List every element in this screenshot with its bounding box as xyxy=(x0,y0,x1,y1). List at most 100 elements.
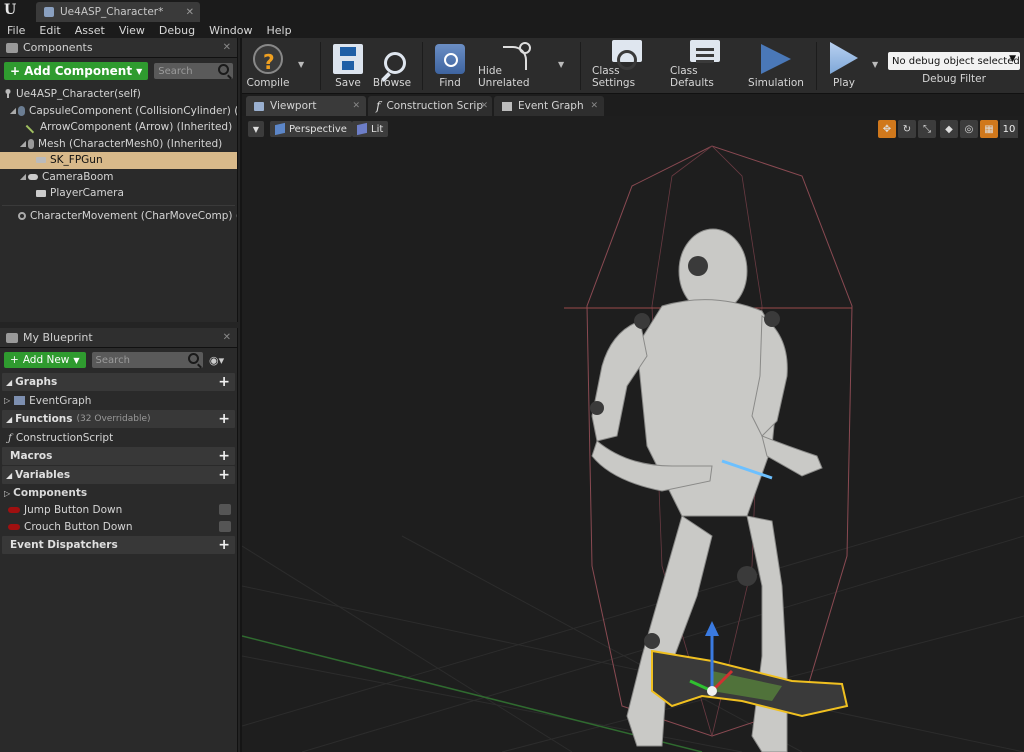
expand-arrow-icon[interactable]: ◢ xyxy=(18,172,28,181)
close-icon[interactable]: ✕ xyxy=(590,101,598,111)
collapse-arrow-icon: ◢ xyxy=(6,470,13,480)
hide-unrelated-chevron-icon[interactable]: ▼ xyxy=(558,60,564,69)
surface-snap-icon[interactable]: ◆ xyxy=(940,120,958,138)
my-blueprint-search-input[interactable]: Search xyxy=(91,352,203,368)
tree-root-label: Ue4ASP_Character(self) xyxy=(16,88,141,101)
components-search-input[interactable]: Search xyxy=(154,63,233,79)
menu-file[interactable]: File xyxy=(0,24,32,37)
tab-viewport[interactable]: Viewport ✕ xyxy=(246,96,366,116)
my-blueprint-tab-label: My Blueprint xyxy=(23,331,93,344)
menu-asset[interactable]: Asset xyxy=(68,24,112,37)
compile-options-chevron-icon[interactable]: ▼ xyxy=(298,60,304,69)
viewport-icon xyxy=(254,101,264,111)
close-icon[interactable]: ✕ xyxy=(352,101,360,111)
expand-arrow-icon[interactable]: ◢ xyxy=(8,106,18,115)
debug-object-select[interactable]: No debug object selected ▼ xyxy=(888,52,1020,70)
section-variables-label: Variables xyxy=(15,469,71,481)
world-local-icon[interactable]: ◎ xyxy=(960,120,978,138)
viewport[interactable]: ▼ Perspective Lit ✥ ↻ ⤡ ◆ ◎ ▦ 10 xyxy=(242,116,1024,752)
viewport-options-button[interactable]: ▼ xyxy=(248,121,264,137)
class-settings-button[interactable]: Class Settings xyxy=(592,40,662,92)
compile-button[interactable]: Compile xyxy=(246,40,290,92)
scale-tool-icon[interactable]: ⤡ xyxy=(918,120,936,138)
toolbar-separator xyxy=(320,42,321,90)
tree-item-sk-fpgun[interactable]: SK_FPGun xyxy=(0,152,237,169)
visibility-eye-icon[interactable]: ◉▾ xyxy=(209,354,233,367)
save-icon xyxy=(333,44,363,74)
chevron-down-icon: ▼ xyxy=(1009,54,1016,64)
section-graphs-label: Graphs xyxy=(15,376,58,388)
tree-divider xyxy=(2,202,235,206)
rotate-tool-icon[interactable]: ↻ xyxy=(898,120,916,138)
tree-item-arrow[interactable]: ArrowComponent (Arrow) (Inherited) xyxy=(0,119,237,136)
tree-item-mesh[interactable]: ◢ Mesh (CharacterMesh0) (Inherited) xyxy=(0,136,237,153)
expand-arrow-icon[interactable]: ◢ xyxy=(18,139,28,148)
section-functions[interactable]: ◢ Functions (32 Overridable) + xyxy=(2,410,235,428)
my-blueprint-tab[interactable]: My Blueprint ✕ xyxy=(0,328,237,348)
section-event-dispatchers[interactable]: Event Dispatchers + xyxy=(2,536,235,554)
close-icon[interactable]: ✕ xyxy=(223,42,231,53)
debug-filter-label: Debug Filter xyxy=(922,73,986,85)
menu-view[interactable]: View xyxy=(112,24,152,37)
gun-icon xyxy=(36,157,46,164)
tree-item-charactermovement[interactable]: CharacterMovement (CharMoveComp) (Inheri… xyxy=(0,208,237,225)
variables-components-category[interactable]: ▷ Components xyxy=(0,485,237,501)
toolbar-separator xyxy=(816,42,817,90)
save-button[interactable]: Save xyxy=(330,40,366,92)
perspective-button[interactable]: Perspective xyxy=(270,121,352,137)
add-new-button[interactable]: + Add New ▼ xyxy=(4,352,86,368)
play-button[interactable]: Play xyxy=(826,40,862,92)
close-icon[interactable]: ✕ xyxy=(480,101,488,111)
document-tab[interactable]: Ue4ASP_Character* ✕ xyxy=(36,2,200,22)
section-variables[interactable]: ◢ Variables + xyxy=(2,466,235,484)
lit-mode-button[interactable]: Lit xyxy=(352,121,389,137)
tab-event-graph[interactable]: Event Graph ✕ xyxy=(494,96,604,116)
grid-snap-value[interactable]: 10 xyxy=(1000,120,1018,138)
menu-window[interactable]: Window xyxy=(202,24,259,37)
expand-arrow-icon: ▷ xyxy=(4,396,11,405)
menu-edit[interactable]: Edit xyxy=(32,24,67,37)
class-defaults-button[interactable]: Class Defaults xyxy=(670,40,740,92)
actor-icon xyxy=(4,89,12,100)
close-icon[interactable]: ✕ xyxy=(186,7,194,18)
play-options-chevron-icon[interactable]: ▼ xyxy=(872,60,878,69)
eye-closed-icon[interactable] xyxy=(219,521,231,532)
components-category-label: Components xyxy=(13,487,88,499)
add-macro-button[interactable]: + xyxy=(218,449,230,463)
debug-object-value: No debug object selected xyxy=(892,55,1020,67)
graph-icon xyxy=(14,396,26,405)
simulation-button[interactable]: Simulation xyxy=(748,40,804,92)
add-variable-button[interactable]: + xyxy=(218,468,230,482)
tree-root[interactable]: Ue4ASP_Character(self) xyxy=(0,86,237,103)
construction-script-item[interactable]: ƒ ConstructionScript xyxy=(0,429,237,446)
section-graphs[interactable]: ◢ Graphs + xyxy=(2,373,235,391)
add-event-dispatcher-button[interactable]: + xyxy=(218,538,230,552)
variable-crouch-button-down[interactable]: Crouch Button Down xyxy=(0,518,237,535)
tree-item-cameraboom[interactable]: ◢ CameraBoom xyxy=(0,169,237,186)
hide-unrelated-button[interactable]: Hide Unrelated xyxy=(478,40,546,92)
components-tab[interactable]: Components ✕ xyxy=(0,38,237,58)
chevron-down-icon: ▼ xyxy=(252,124,260,134)
tree-item-capsule[interactable]: ◢ CapsuleComponent (CollisionCylinder) (… xyxy=(0,103,237,120)
menu-help[interactable]: Help xyxy=(259,24,298,37)
main-toolbar: Compile ▼ Save Browse Find Hide Unrelate… xyxy=(242,38,1024,94)
tree-item-playercamera[interactable]: PlayerCamera xyxy=(0,185,237,202)
variable-jump-button-down[interactable]: Jump Button Down xyxy=(0,501,237,518)
browse-button[interactable]: Browse xyxy=(372,40,412,92)
eye-closed-icon[interactable] xyxy=(219,504,231,515)
section-macros[interactable]: Macros + xyxy=(2,447,235,465)
close-icon[interactable]: ✕ xyxy=(223,332,231,343)
tab-construction-script[interactable]: f Construction Scrip ✕ xyxy=(368,96,492,116)
event-graph-item[interactable]: ▷ EventGraph xyxy=(0,392,237,409)
compile-gear-icon xyxy=(253,44,283,74)
bool-variable-icon xyxy=(8,506,20,513)
search-icon xyxy=(188,353,199,364)
components-tab-label: Components xyxy=(23,41,93,54)
add-component-button[interactable]: + Add Component ▼ xyxy=(4,62,149,80)
find-button[interactable]: Find xyxy=(434,40,466,92)
add-function-button[interactable]: + xyxy=(218,412,230,426)
grid-snap-icon[interactable]: ▦ xyxy=(980,120,998,138)
add-graph-button[interactable]: + xyxy=(218,375,230,389)
menu-debug[interactable]: Debug xyxy=(152,24,202,37)
translate-tool-icon[interactable]: ✥ xyxy=(878,120,896,138)
